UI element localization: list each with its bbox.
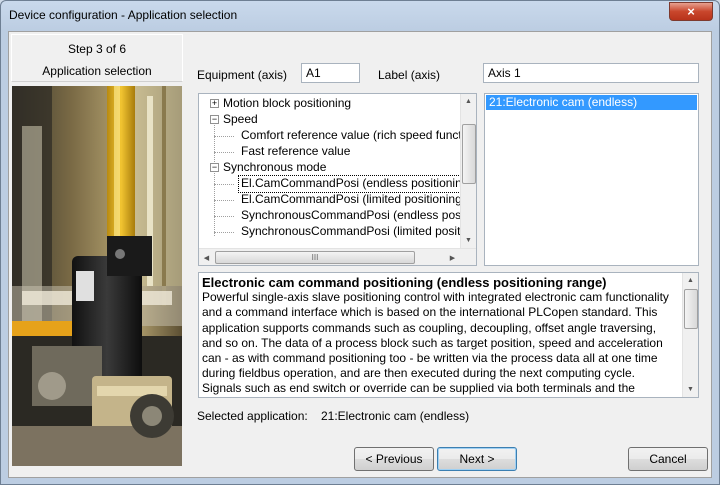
description-vertical-scrollbar[interactable]: ▲ ▼: [682, 273, 698, 397]
close-button[interactable]: ×: [669, 2, 713, 21]
description-line: during fieldbus operation, and are then …: [202, 366, 635, 381]
close-icon: ×: [687, 4, 695, 19]
description-line: and so on. The data of a process block s…: [202, 335, 663, 350]
tree-item-motion-block[interactable]: Motion block positioning: [223, 96, 351, 112]
description-line: application supports commands such as co…: [202, 320, 657, 335]
scroll-up-icon[interactable]: ▲: [461, 94, 476, 109]
description-panel[interactable]: Electronic cam command positioning (endl…: [198, 272, 699, 398]
description-line: Signals such as end switch or override c…: [202, 381, 635, 396]
equipment-label: Equipment (axis): [197, 68, 288, 82]
dialog-client-area: Step 3 of 6 Application selection Equipm…: [8, 31, 712, 478]
tree-item-sync-limited[interactable]: SynchronousCommandPosi (limited position…: [241, 224, 476, 240]
tree-connector: [214, 152, 234, 153]
description-line: can - as with command positioning too - …: [202, 351, 658, 366]
tree-item-synchronous-mode[interactable]: Synchronous mode: [223, 160, 326, 176]
description-line: Powerful single-axis slave positioning c…: [202, 290, 669, 305]
step-indicator: Step 3 of 6: [67, 42, 127, 56]
window-title: Device configuration - Application selec…: [9, 8, 238, 22]
tree-hscroll-thumb[interactable]: III: [215, 251, 415, 264]
collapse-minus-icon[interactable]: −: [210, 163, 219, 172]
next-button[interactable]: Next >: [437, 447, 517, 471]
tree-vscroll-thumb[interactable]: [462, 124, 476, 184]
description-line: and a command interface which is based o…: [202, 305, 658, 320]
tree-item-sync-endless[interactable]: SynchronousCommandPosi (endless position…: [241, 208, 476, 224]
tree-vertical-scrollbar[interactable]: ▲ ▼: [460, 94, 476, 248]
cancel-button[interactable]: Cancel: [628, 447, 708, 471]
equipment-input[interactable]: A1: [301, 63, 360, 83]
scroll-right-icon[interactable]: ▶: [445, 250, 460, 265]
application-tree[interactable]: + Motion block positioning − Speed Comfo…: [198, 93, 477, 266]
scroll-down-icon[interactable]: ▼: [683, 382, 698, 397]
application-list[interactable]: 21:Electronic cam (endless): [484, 93, 699, 266]
selected-application-value: 21:Electronic cam (endless): [321, 409, 470, 423]
axis-label-input[interactable]: Axis 1: [483, 63, 699, 83]
tree-item-comfort-reference[interactable]: Comfort reference value (rich speed func…: [241, 128, 476, 144]
axis-label-caption: Label (axis): [378, 68, 441, 82]
collapse-minus-icon[interactable]: −: [210, 115, 219, 124]
description-title: Electronic cam command positioning (endl…: [202, 275, 607, 290]
tree-connector: [214, 200, 234, 201]
scroll-grip-icon: III: [311, 253, 319, 262]
scroll-down-icon[interactable]: ▼: [461, 233, 476, 248]
description-vscroll-thumb[interactable]: [684, 289, 698, 329]
industrial-drive-photo: [12, 86, 182, 466]
dialog-window: Device configuration - Application selec…: [0, 0, 720, 485]
step-name: Application selection: [42, 64, 152, 78]
tree-item-speed[interactable]: Speed: [223, 112, 258, 128]
side-photo: [12, 86, 182, 466]
scroll-left-icon[interactable]: ◀: [199, 250, 214, 265]
previous-button[interactable]: < Previous: [354, 447, 434, 471]
description-text: Electronic cam command positioning (endl…: [202, 275, 683, 397]
selected-application-label: Selected application:: [197, 409, 308, 423]
step-panel: Step 3 of 6 Application selection: [11, 34, 183, 82]
tree-connector: [214, 170, 215, 236]
tree-horizontal-scrollbar[interactable]: ◀ III ▶: [199, 248, 476, 265]
tree-connector: [214, 184, 234, 185]
tree-item-fast-reference[interactable]: Fast reference value: [241, 144, 350, 160]
tree-item-elcam-endless[interactable]: El.CamCommandPosi (endless positioning r…: [237, 175, 476, 193]
scroll-up-icon[interactable]: ▲: [683, 273, 698, 288]
expand-plus-icon[interactable]: +: [210, 99, 219, 108]
list-item-selected-application[interactable]: 21:Electronic cam (endless): [486, 95, 697, 110]
tree-connector: [214, 232, 234, 233]
tree-connector: [214, 136, 234, 137]
tree-connector: [214, 216, 234, 217]
title-bar[interactable]: Device configuration - Application selec…: [1, 1, 719, 31]
tree-item-elcam-limited[interactable]: El.CamCommandPosi (limited positioning r…: [241, 192, 476, 208]
